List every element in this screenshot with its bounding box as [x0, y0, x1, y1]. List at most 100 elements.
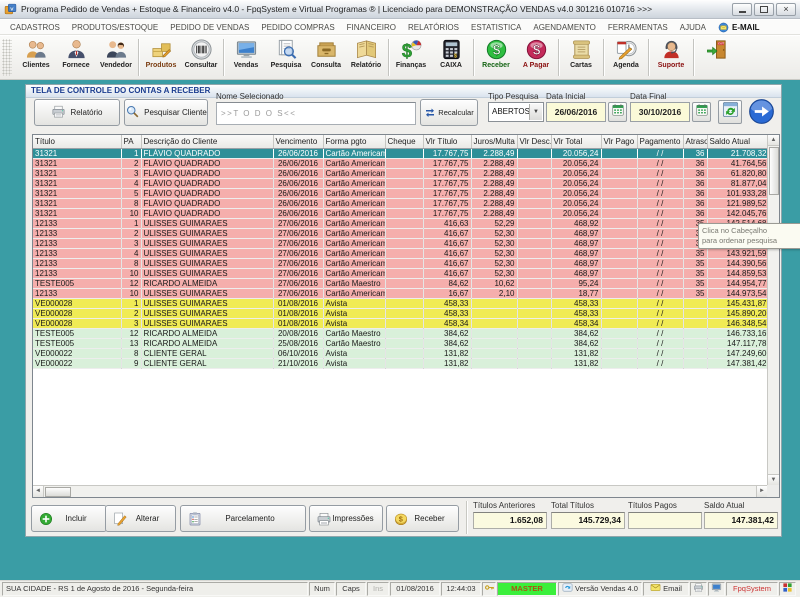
toolbar-consultar-button[interactable]: Consultar: [181, 36, 221, 79]
cell-pagamento: / /: [637, 238, 683, 248]
menu-item-agendamento[interactable]: AGENDAMENTO: [527, 23, 602, 32]
horizontal-scrollbar[interactable]: ◄ ►: [33, 485, 767, 497]
toolbar-suporte-button[interactable]: Suporte: [651, 36, 691, 79]
column-header-pa[interactable]: PA: [121, 135, 141, 148]
scroll-right-icon[interactable]: ►: [756, 486, 767, 497]
toolbar-a-pagar-button[interactable]: $A Pagar: [516, 36, 556, 79]
column-header-descricao-do-cliente[interactable]: Descrição do Cliente: [141, 135, 273, 148]
toolbar-financas-button[interactable]: $Finanças: [391, 36, 431, 79]
table-row[interactable]: VE0000228CLIENTE GERAL06/10/2016Avista13…: [33, 348, 767, 358]
toolbar-consulta-button[interactable]: Consulta: [306, 36, 346, 79]
table-row[interactable]: 121332ULISSES GUIMARAES27/06/2016Cartão …: [33, 228, 767, 238]
table-row[interactable]: 313214FLÁVIO QUADRADO26/06/2016Cartão Am…: [33, 178, 767, 188]
toolbar-relatorio-button[interactable]: Relatório: [346, 36, 386, 79]
toolbar-label: Vendedor: [100, 62, 132, 69]
table-row[interactable]: 313212FLÁVIO QUADRADO26/06/2016Cartão Am…: [33, 158, 767, 168]
cell-vlr-pago: [601, 188, 637, 198]
chevron-down-icon[interactable]: ▼: [529, 104, 542, 120]
table-row[interactable]: VE0000283ULISSES GUIMARAES01/08/2016Avis…: [33, 318, 767, 328]
menu-item-pedido-compras[interactable]: PEDIDO COMPRAS: [255, 23, 340, 32]
table-row[interactable]: 1213310ULISSES GUIMARAES27/06/2016Cartão…: [33, 288, 767, 298]
menu-item-estatistica[interactable]: ESTATISTICA: [465, 23, 527, 32]
toolbar-fornece-button[interactable]: Fornece: [56, 36, 96, 79]
table-row[interactable]: 121331ULISSES GUIMARAES27/06/2016Cartão …: [33, 218, 767, 228]
toolbar-clientes-button[interactable]: Clientes: [16, 36, 56, 79]
cell-forma-pgto: Cartão Americam: [323, 188, 385, 198]
menu-item-produtos-estoque[interactable]: PRODUTOS/ESTOQUE: [66, 23, 164, 32]
column-header-vencimento[interactable]: Vencimento: [273, 135, 323, 148]
table-row[interactable]: 1213310ULISSES GUIMARAES27/06/2016Cartão…: [33, 268, 767, 278]
menu-item-cadastros[interactable]: CADASTROS: [4, 23, 66, 32]
table-row[interactable]: TESTE00513RICARDO ALMEIDA25/08/2016Cartã…: [33, 338, 767, 348]
table-row[interactable]: VE0000282ULISSES GUIMARAES01/08/2016Avis…: [33, 308, 767, 318]
report-button[interactable]: Relatório: [34, 99, 120, 126]
start-date-field[interactable]: 26/06/2016: [546, 102, 606, 122]
menu-item-financeiro[interactable]: FINANCEIRO: [341, 23, 402, 32]
incluir-button[interactable]: Incluir: [31, 505, 107, 532]
table-row[interactable]: VE0000281ULISSES GUIMARAES01/08/2016Avis…: [33, 298, 767, 308]
table-row[interactable]: 121334ULISSES GUIMARAES27/06/2016Cartão …: [33, 248, 767, 258]
menu-item-ferramentas[interactable]: FERRAMENTAS: [602, 23, 674, 32]
column-header-forma-pgto[interactable]: Forma pgto: [323, 135, 385, 148]
cell-juros-multa: [471, 308, 517, 318]
selected-name-field[interactable]: >>T O D O S<<: [216, 102, 416, 125]
menu-item-ajuda[interactable]: AJUDA: [674, 23, 712, 32]
minimize-button[interactable]: [732, 3, 752, 16]
table-row[interactable]: 313211FLÁVIO QUADRADO26/06/2016Cartão Am…: [33, 148, 767, 158]
toolbar-receber-button[interactable]: $Receber: [476, 36, 516, 79]
column-header-titulo[interactable]: Título: [33, 135, 121, 148]
go-button[interactable]: [748, 98, 775, 125]
close-button[interactable]: ×: [776, 3, 796, 16]
table-row[interactable]: TESTE00512RICARDO ALMEIDA27/06/2016Cartã…: [33, 278, 767, 288]
table-row[interactable]: TESTE00512RICARDO ALMEIDA20/08/2016Cartã…: [33, 328, 767, 338]
column-header-saldo-atual[interactable]: Saldo Atual: [707, 135, 767, 148]
toolbar-label: Relatório: [351, 62, 381, 69]
menu-item-email[interactable]: E-MAIL: [712, 22, 766, 33]
column-header-vlr-total[interactable]: Vlr Total: [551, 135, 601, 148]
start-date-calendar-button[interactable]: [608, 102, 627, 122]
column-header-vlr-pago[interactable]: Vlr Pago: [601, 135, 637, 148]
table-row[interactable]: 313213FLÁVIO QUADRADO26/06/2016Cartão Am…: [33, 168, 767, 178]
end-date-calendar-button[interactable]: [692, 102, 711, 122]
column-header-vlr-titulo[interactable]: Vlr Título: [423, 135, 471, 148]
horizontal-scroll-thumb[interactable]: [45, 487, 71, 497]
alterar-button[interactable]: Alterar: [105, 505, 176, 532]
summary-value-total-titulos: 145.729,34: [551, 512, 625, 529]
toolbar-cartas-button[interactable]: Cartas: [561, 36, 601, 79]
vertical-scroll-thumb[interactable]: [769, 147, 779, 195]
search-type-dropdown[interactable]: ABERTOS ▼: [488, 102, 544, 122]
table-row[interactable]: 313215FLÁVIO QUADRADO26/06/2016Cartão Am…: [33, 188, 767, 198]
toolbar-vendedor-button[interactable]: Vendedor: [96, 36, 136, 79]
table-row[interactable]: 121333ULISSES GUIMARAES27/06/2016Cartão …: [33, 238, 767, 248]
toolbar-vendas-button[interactable]: Vendas: [226, 36, 266, 79]
recalculate-button[interactable]: Recalcular: [420, 99, 478, 126]
table-row[interactable]: 3132110FLÁVIO QUADRADO26/06/2016Cartão A…: [33, 208, 767, 218]
toolbar-agenda-button[interactable]: Agenda: [606, 36, 646, 79]
scroll-left-icon[interactable]: ◄: [33, 486, 44, 497]
vertical-scrollbar[interactable]: ▲ ▼: [767, 135, 779, 485]
column-header-cheque[interactable]: Cheque: [385, 135, 423, 148]
restore-button[interactable]: [754, 3, 774, 16]
search-client-button[interactable]: Pesquisar Cliente: [124, 99, 208, 126]
menu-item-relatorios[interactable]: RELATÓRIOS: [402, 23, 465, 32]
table-row[interactable]: 313218FLÁVIO QUADRADO26/06/2016Cartão Am…: [33, 198, 767, 208]
end-date-field[interactable]: 30/10/2016: [630, 102, 690, 122]
cell-vlr-pago: [601, 338, 637, 348]
table-row[interactable]: VE0000229CLIENTE GERAL21/10/2016Avista13…: [33, 358, 767, 368]
column-header-atraso[interactable]: Atraso: [683, 135, 707, 148]
toolbar-pesquisa-button[interactable]: Pesquisa: [266, 36, 306, 79]
column-header-pagamento[interactable]: Pagamento: [637, 135, 683, 148]
toolbar-exit-button[interactable]: EXIT: [696, 36, 736, 79]
refresh-button[interactable]: [718, 100, 742, 124]
scroll-down-icon[interactable]: ▼: [768, 474, 779, 485]
table-row[interactable]: 121338ULISSES GUIMARAES27/06/2016Cartão …: [33, 258, 767, 268]
parcelamento-button[interactable]: Parcelamento: [180, 505, 306, 532]
column-header-juros-multa[interactable]: Juros/Multa: [471, 135, 517, 148]
receber-button[interactable]: $Receber: [386, 505, 459, 532]
toolbar-caixa-button[interactable]: $CAIXA: [431, 36, 471, 79]
scroll-up-icon[interactable]: ▲: [768, 135, 779, 146]
menu-item-pedido-de-vendas[interactable]: PEDIDO DE VENDAS: [164, 23, 255, 32]
column-header-vlr-desc[interactable]: Vlr Desc.: [517, 135, 551, 148]
impressoes-button[interactable]: Impressões: [309, 505, 383, 532]
toolbar-produtos-button[interactable]: Produtos: [141, 36, 181, 79]
